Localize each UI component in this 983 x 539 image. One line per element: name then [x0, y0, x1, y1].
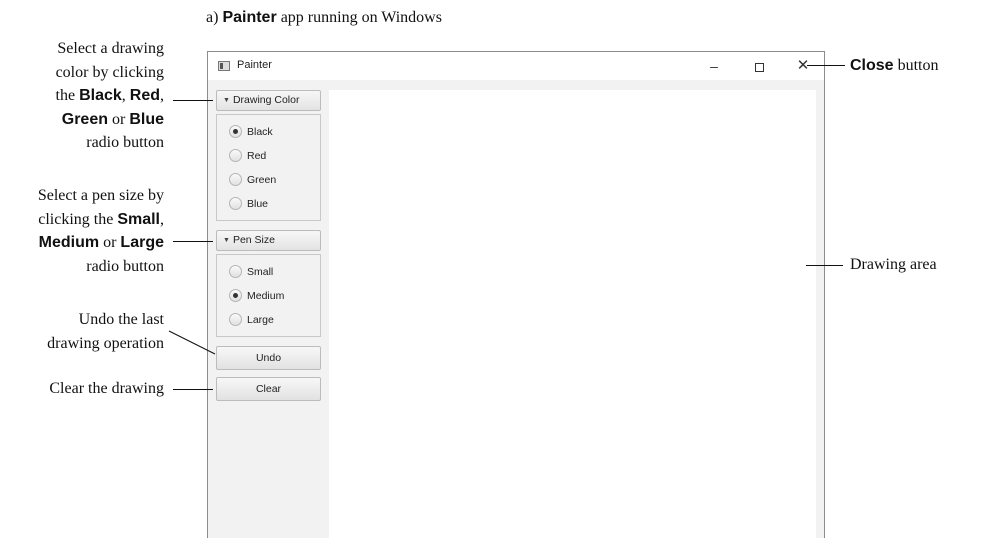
annotation-drawing-area: Drawing area — [850, 256, 937, 273]
annotation-clear: Clear the drawing — [49, 380, 164, 397]
callout-line-close — [807, 65, 845, 66]
callout-lines-svg — [168, 330, 216, 355]
callout-line-undo — [168, 330, 216, 355]
annotation-close: Close button — [850, 57, 939, 74]
callout-line-drawing-area — [806, 265, 843, 266]
callout-line-clear — [173, 389, 213, 390]
